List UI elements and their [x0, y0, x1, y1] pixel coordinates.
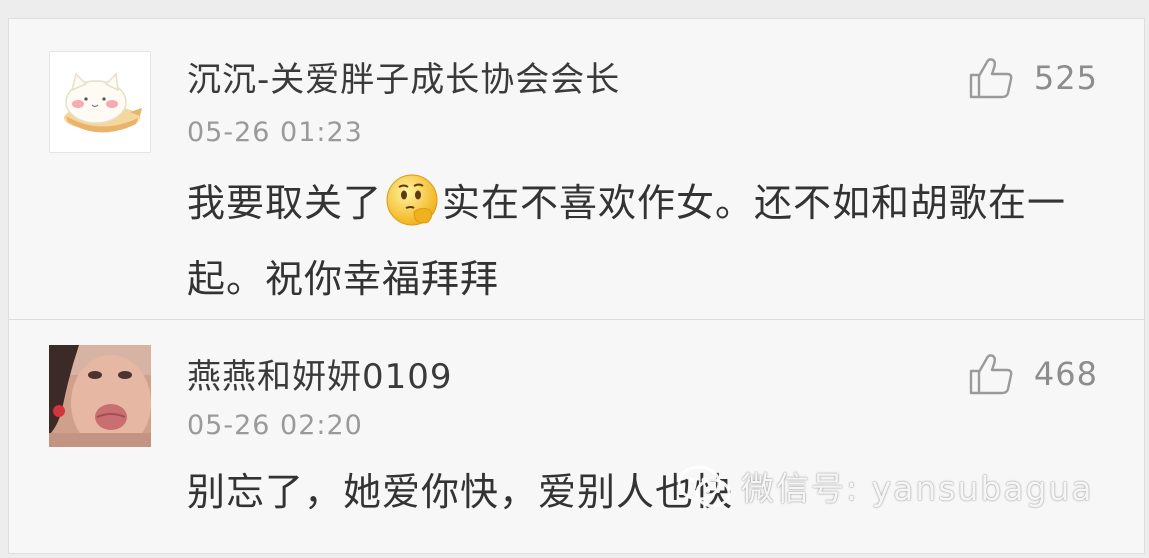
comment-username[interactable]: 燕燕和妍妍0109: [187, 349, 453, 398]
like-count: 525: [1033, 59, 1098, 97]
comment-text: 我要取关了 实在不喜欢作女。还不如和胡歌在一起。祝你幸福拜拜: [187, 171, 1084, 311]
thinking-face-icon: [386, 174, 438, 226]
like-button[interactable]: 525: [968, 57, 1098, 99]
cartoon-cat-icon: [50, 52, 150, 152]
comment-text-part: 我要取关了: [187, 181, 383, 225]
watermark-text: 微信号: yansubagua: [741, 469, 1094, 508]
girl-photo-icon: [49, 345, 151, 447]
watermark: 微信号: yansubagua: [675, 461, 1094, 511]
comment-timestamp: 05-26 01:23: [187, 117, 363, 148]
like-button[interactable]: 468: [968, 353, 1098, 395]
girl-photo-avatar[interactable]: [49, 345, 151, 447]
comment-item: 沉沉-关爱胖子成长协会会长 05-26 01:23 525 我要取关了 实在不喜…: [9, 19, 1144, 319]
comment-username[interactable]: 沉沉-关爱胖子成长协会会长: [187, 52, 620, 101]
cartoon-cat-avatar[interactable]: [49, 51, 151, 153]
wechat-icon: [677, 465, 731, 508]
thinking-face-emoji: [384, 172, 440, 247]
comment-item: 燕燕和妍妍0109 05-26 02:20 468 别忘了，她爱你快，爱别人也快: [9, 320, 1144, 553]
like-count: 468: [1033, 355, 1098, 393]
comment-timestamp: 05-26 02:20: [187, 410, 363, 441]
thumbs-up-icon: [969, 58, 1013, 99]
thumbs-up-icon: [969, 354, 1013, 395]
